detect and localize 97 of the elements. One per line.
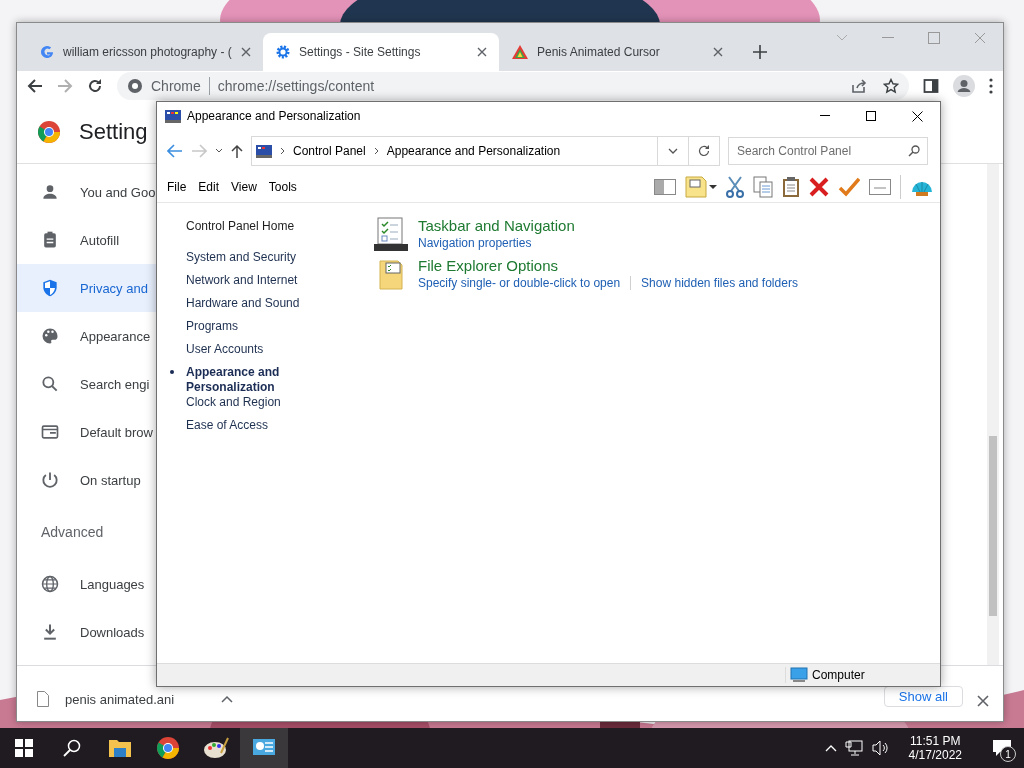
address-bar[interactable]: Control Panel Appearance and Personalization [251, 136, 689, 166]
file-icon [37, 691, 49, 707]
section-heading: Advanced [40, 523, 105, 542]
close-tab-icon[interactable] [713, 47, 723, 57]
letter-g-icon [39, 44, 55, 60]
checkmark-icon[interactable] [838, 177, 860, 197]
windows-logo-icon[interactable] [15, 739, 33, 757]
sidebar-item[interactable]: Languages [17, 560, 157, 608]
star-icon[interactable] [883, 78, 899, 94]
sidebar-item[interactable]: Privacy and [17, 264, 157, 312]
task-link[interactable]: Navigation properties [418, 236, 532, 250]
properties-icon[interactable] [685, 176, 717, 198]
globe-icon [40, 574, 60, 594]
nav-link[interactable]: Control Panel Home [186, 219, 295, 233]
menu-item[interactable]: Tools [262, 180, 303, 194]
checklist-icon [374, 217, 408, 251]
sidebar-item[interactable]: Default brow [17, 408, 157, 456]
control-panel-icon[interactable] [240, 728, 288, 768]
delete-icon[interactable] [809, 177, 829, 197]
network-icon[interactable] [844, 740, 863, 756]
computer-icon [790, 667, 808, 683]
site-label: Chrome [151, 78, 201, 94]
nav-link[interactable]: System and Security [169, 250, 319, 273]
nav-link[interactable]: Network and Internet [169, 273, 319, 296]
menu-item[interactable]: View [225, 180, 263, 194]
close-icon[interactable] [977, 695, 989, 707]
nav-link[interactable]: Clock and Region [169, 395, 319, 418]
sidebar-item[interactable]: Downloads [17, 608, 157, 656]
dropdown-icon[interactable] [215, 148, 223, 154]
task-link[interactable]: Show hidden files and folders [641, 276, 798, 290]
gear-icon [275, 44, 291, 60]
copy-icon[interactable] [753, 176, 773, 198]
palette-icon [40, 326, 60, 346]
breadcrumb-item[interactable]: Control Panel [293, 144, 366, 158]
search-icon [40, 374, 60, 394]
nav-link[interactable]: Ease of Access [169, 418, 319, 441]
dropdown-icon[interactable] [668, 148, 678, 154]
menu-item[interactable]: File [161, 180, 193, 194]
menu-item[interactable]: Edit [192, 180, 226, 194]
control-panel-icon [165, 109, 181, 123]
chevron-icon[interactable] [373, 147, 379, 155]
breadcrumb-item[interactable]: Appearance and Personalization [386, 144, 561, 158]
nav-link[interactable]: Programs [169, 319, 319, 342]
nav-link[interactable]: Appearance and Personalization [169, 365, 319, 395]
chrome-logo-icon [127, 78, 143, 94]
category-title[interactable]: Taskbar and Navigation [418, 217, 575, 234]
url-text: chrome://settings/content [217, 78, 375, 94]
side-panel-icon[interactable] [923, 78, 939, 94]
close-tab-icon[interactable] [241, 47, 251, 57]
notification-count: 1 [1000, 746, 1016, 762]
search-icon [908, 145, 920, 157]
nav-link[interactable]: User Accounts [169, 342, 319, 365]
category-title[interactable]: File Explorer Options [418, 257, 798, 274]
back-icon[interactable] [27, 78, 43, 94]
show-all-button[interactable]: Show all [883, 686, 963, 707]
browser-tab[interactable]: Settings - Site Settings [263, 33, 499, 71]
control-panel-icon [256, 144, 272, 158]
status-text: Computer [812, 668, 865, 682]
layout-pane-icon[interactable] [654, 179, 676, 195]
page-title: Setting [79, 119, 148, 145]
up-icon[interactable] [231, 144, 243, 158]
power-icon [40, 470, 60, 490]
sidebar-item[interactable]: Appearance [17, 312, 157, 360]
clipboard-icon[interactable] [782, 176, 800, 198]
person-icon [40, 182, 60, 202]
more-menu-icon[interactable] [989, 78, 993, 94]
rename-icon[interactable] [869, 179, 891, 195]
nav-link[interactable]: Hardware and Sound [169, 296, 319, 319]
scissors-icon[interactable] [726, 176, 744, 198]
share-icon[interactable] [851, 78, 867, 94]
caret-icon[interactable] [221, 695, 233, 703]
chevron-up-icon[interactable] [824, 744, 837, 752]
address-bar[interactable]: Chrome chrome://settings/content [117, 72, 909, 100]
browser-window-icon [40, 422, 60, 442]
browser-tab[interactable]: Penis Animated Cursor [499, 33, 735, 71]
shield-icon [40, 278, 60, 298]
clock-time[interactable]: 11:51 PM [910, 734, 961, 748]
close-tab-icon[interactable] [477, 47, 487, 57]
chevron-icon[interactable] [280, 147, 285, 155]
sidebar-item[interactable]: You and Goo [17, 168, 157, 216]
volume-icon[interactable] [870, 740, 891, 756]
reload-icon[interactable] [87, 78, 103, 94]
browser-tab[interactable]: william ericsson photography - ( [27, 33, 263, 71]
triangle-logo-icon [511, 44, 529, 60]
download-file-name[interactable]: penis animated.ani [65, 691, 175, 707]
search-field[interactable]: Search Control Panel [728, 137, 928, 165]
new-tab-icon[interactable] [753, 45, 767, 59]
scrollbar[interactable] [987, 164, 999, 665]
profile-icon[interactable] [953, 75, 975, 97]
refresh-icon[interactable] [697, 144, 711, 158]
chrome-logo-icon [37, 120, 61, 144]
sidebar-item[interactable]: Search engi [17, 360, 157, 408]
task-link[interactable]: Specify single- or double-click to open [418, 276, 621, 290]
clock-date[interactable]: 4/17/2022 [908, 748, 962, 762]
window-title: Appearance and Personalization [187, 109, 361, 123]
sidebar-item[interactable]: On startup [17, 456, 157, 504]
sidebar-item[interactable]: Autofill [17, 216, 157, 264]
